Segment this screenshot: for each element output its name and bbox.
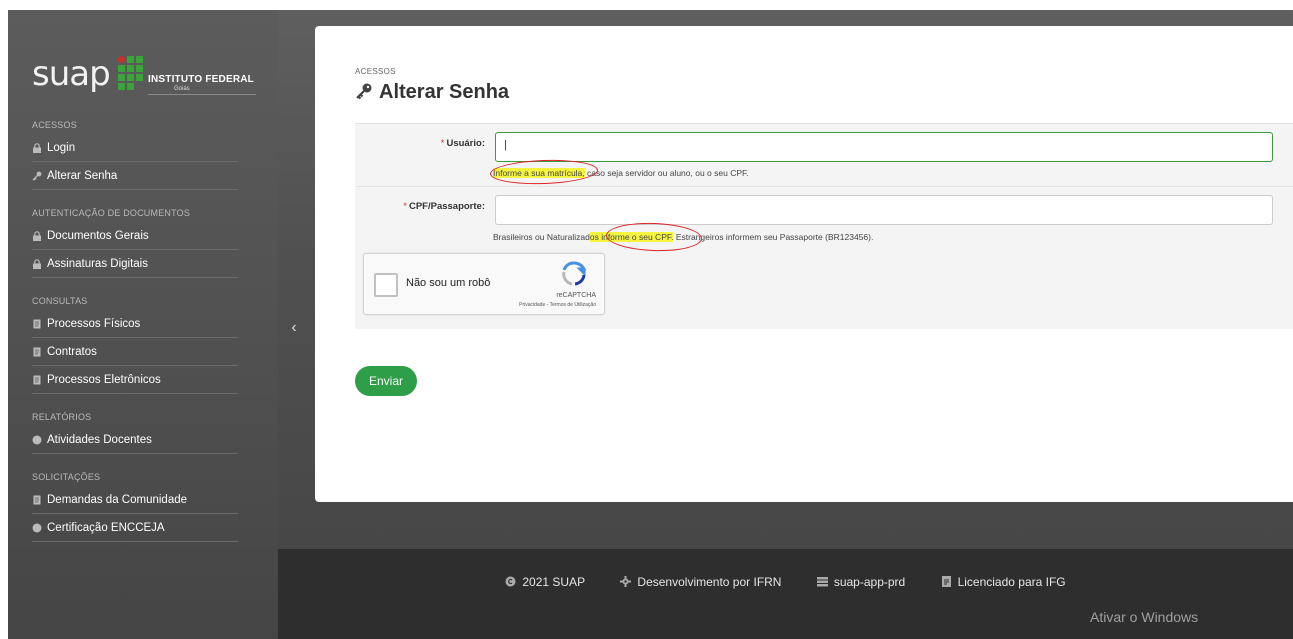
lock-icon [33,259,41,269]
usuario-label-text: Usuário: [446,138,485,149]
sidebar-item-contratos[interactable]: Contratos [32,338,238,366]
institute-campus: Goiás [174,86,190,92]
sidebar-item-label: Atividades Docentes [47,434,152,446]
footer-item-label: 2021 SUAP [522,575,586,589]
sidebar-item-label: Processos Físicos [47,318,141,330]
document-icon [33,495,41,505]
required-mark: * [440,138,445,149]
sidebar-item-label: Documentos Gerais [47,230,149,242]
windows-activation-watermark: Ativar o Windows [1090,609,1199,625]
sidebar-item-assinaturas-digitais[interactable]: Assinaturas Digitais [32,250,238,278]
cpf-label: * CPF/Passaporte: [355,201,485,212]
gear-icon [620,576,632,587]
footer-server: suap-app-prd [816,575,906,589]
circle-icon [32,523,42,533]
content-card: ACESSOS Alterar Senha * Usuário: | Inform… [315,26,1293,502]
lock-icon [33,231,41,241]
institute-name: INSTITUTO FEDERAL [148,74,254,85]
cpf-label-text: CPF/Passaporte: [408,201,485,212]
sidebar-item-documentos-gerais[interactable]: Documentos Gerais [32,222,238,250]
sidebar-item-label: Alterar Senha [47,170,118,182]
footer: 2021 SUAP Desenvolvimento por IFRN suap-… [278,549,1293,639]
section-title-acessos: ACESSOS [32,120,77,130]
logo-row: suap INSTITUTO FEDERAL Goiás [32,54,256,98]
sidebar-item-label: Processos Eletrônicos [47,374,161,386]
cpf-help-pre: Brasileiros ou Naturalizad [493,232,590,242]
footer-items: 2021 SUAP Desenvolvimento por IFRN suap-… [278,575,1293,589]
logo-divider [148,94,256,95]
if-logo-mark-icon [118,56,144,90]
footer-license: Licenciado para IFG [941,575,1066,589]
sidebar-item-certificacao-encceja[interactable]: Certificação ENCCEJA [32,514,238,542]
page-title-text: Alterar Senha [379,81,510,103]
recaptcha-label: Não sou um robô [406,277,491,289]
page-title: Alterar Senha [355,81,509,104]
usuario-input[interactable]: | [495,132,1273,162]
sidebar-item-label: Assinaturas Digitais [47,258,148,270]
footer-copyright: 2021 SUAP [505,575,585,589]
sidebar-item-processos-eletronicos[interactable]: Processos Eletrônicos [32,366,238,394]
footer-item-label: Licenciado para IFG [957,575,1066,589]
document-icon [33,319,41,329]
section-title-autenticacao: AUTENTICAÇÃO DE DOCUMENTOS [32,208,191,218]
lock-icon [33,143,41,153]
sidebar-item-label: Contratos [47,346,97,358]
key-icon [32,171,42,181]
breadcrumb[interactable]: ACESSOS [355,67,396,76]
footer-item-label: Desenvolvimento por IFRN [637,575,782,589]
app-window: suap INSTITUTO FEDERAL Goiás ACESSOS Log [8,10,1293,639]
suap-logo[interactable]: suap [32,54,111,94]
sidebar-item-alterar-senha[interactable]: Alterar Senha [32,162,238,190]
recaptcha-logo-icon [562,261,587,286]
sidebar-item-atividades-docentes[interactable]: Atividades Docentes [32,426,238,454]
circle-icon [32,435,42,445]
license-icon [941,576,951,587]
required-mark: * [403,201,407,212]
section-title-solicitacoes: SOLICITAÇÕES [32,472,101,482]
change-password-form: * Usuário: | Informe a sua matrícula, cas… [355,123,1293,329]
usuario-label: * Usuário: [355,138,485,149]
footer-item-label: suap-app-prd [833,575,906,589]
sidebar-item-label: Login [47,142,76,154]
form-row-usuario: * Usuário: | Informe a sua matrícula, cas… [355,124,1293,187]
sidebar-collapse-chevron-icon[interactable]: ‹ [278,312,310,344]
cpf-help-rest: Estrangeiros informem seu Passaporte (BR… [673,232,874,242]
copyright-icon [505,576,516,587]
section-title-relatorios: RELATÓRIOS [32,412,92,422]
footer-desenvolvimento: Desenvolvimento por IFRN [620,575,781,589]
cpf-passaporte-input[interactable] [495,195,1273,225]
recaptcha-widget: Não sou um robô reCAPTCHA Privacidade - … [363,253,605,315]
sidebar-item-label: Certificação ENCCEJA [47,522,165,534]
key-icon [356,83,372,100]
document-icon [33,347,41,357]
instituto-federal-logo: INSTITUTO FEDERAL Goiás [118,56,258,96]
section-title-consultas: CONSULTAS [32,296,88,306]
recaptcha-terms-link[interactable]: Privacidade - Termos de Utilização [519,302,596,308]
usuario-help-rest: caso seja servidor ou aluno, ou o seu CP… [584,168,749,178]
recaptcha-checkbox[interactable] [374,273,398,297]
enviar-button[interactable]: Enviar [355,366,417,396]
recaptcha-brand: reCAPTCHA [556,292,596,299]
sidebar-item-label: Demandas da Comunidade [47,494,188,506]
document-icon [33,375,41,385]
sidebar-item-demandas-comunidade[interactable]: Demandas da Comunidade [32,486,238,514]
server-icon [816,577,828,587]
sidebar-item-processos-fisicos[interactable]: Processos Físicos [32,310,238,338]
annotation-circle [489,158,599,186]
sidebar-menu: ACESSOS Login Alterar Senha AUTENTICAÇÃO… [32,116,238,542]
sidebar: suap INSTITUTO FEDERAL Goiás ACESSOS Log [8,10,278,639]
sidebar-item-login[interactable]: Login [32,134,238,162]
annotation-circle [605,221,703,253]
